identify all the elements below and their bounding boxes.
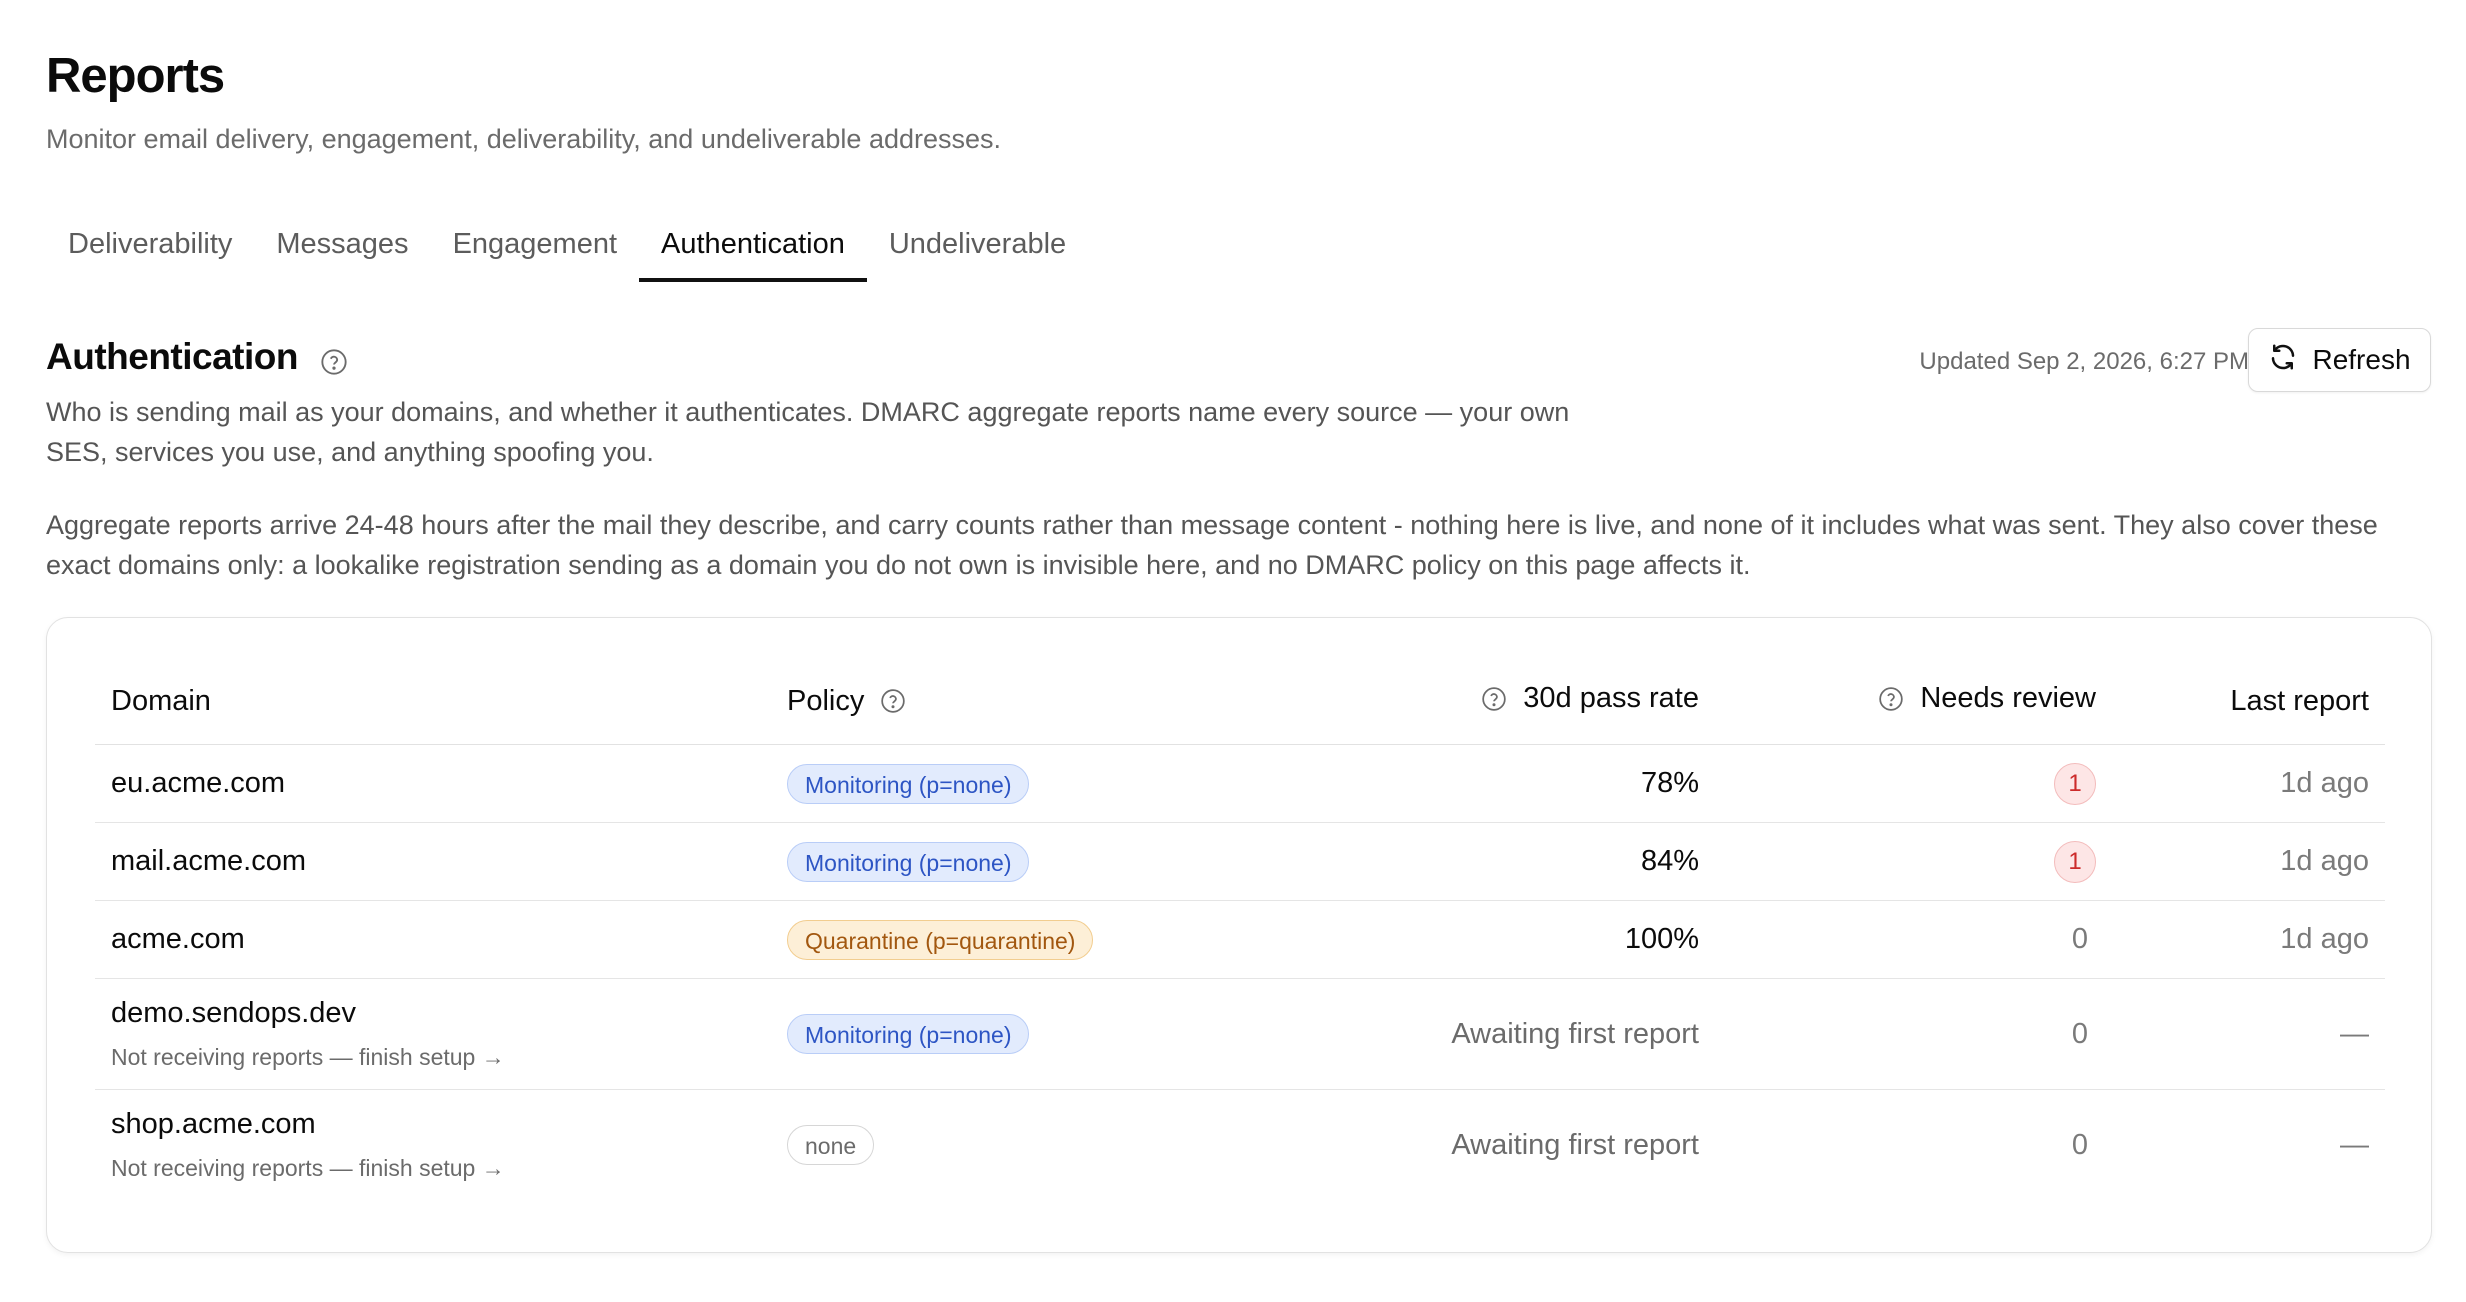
table-row[interactable]: mail.acme.com Monitoring (p=none) 84% 1 …: [95, 822, 2385, 901]
needs-review-badge[interactable]: 1: [2054, 840, 2096, 883]
table-row[interactable]: eu.acme.com Monitoring (p=none) 78% 1 1d…: [95, 744, 2385, 823]
reports-page: Reports Monitor email delivery, engageme…: [0, 0, 2466, 1302]
needs-review-cell: 0: [1699, 900, 2096, 979]
question-circle-icon[interactable]: [880, 688, 906, 714]
header-domain: Domain: [95, 658, 787, 745]
header-policy: Policy: [787, 658, 1187, 745]
pass-rate-value: 100%: [1624, 923, 1699, 955]
needs-review-badge[interactable]: 1: [2054, 762, 2096, 805]
domain-name[interactable]: demo.sendops.dev: [111, 997, 356, 1029]
last-report-value: 1d ago: [2280, 767, 2369, 799]
domain-cell: demo.sendops.dev Not receiving reports —…: [95, 978, 787, 1090]
tab-authentication[interactable]: Authentication: [639, 220, 867, 282]
last-report-cell: —: [2096, 1090, 2385, 1201]
policy-cell: Monitoring (p=none): [787, 822, 1187, 901]
last-report-cell: —: [2096, 978, 2385, 1090]
section-description: Who is sending mail as your domains, and…: [46, 397, 1570, 467]
tab-undeliverable[interactable]: Undeliverable: [867, 220, 1088, 282]
question-circle-icon[interactable]: [1481, 686, 1507, 712]
header-policy-label: Policy: [787, 684, 865, 717]
domains-card: Domain Policy 30d pass rate Needs review…: [46, 617, 2432, 1253]
tab-messages[interactable]: Messages: [254, 220, 430, 282]
section-title: Authentication: [46, 336, 348, 378]
pass-rate-cell: 84%: [1187, 822, 1699, 901]
header-last-report: Last report: [2096, 658, 2385, 745]
policy-badge: Monitoring (p=none): [787, 763, 1030, 804]
needs-review-count: 0: [2071, 1128, 2088, 1161]
last-report-value: —: [2340, 1017, 2369, 1050]
question-circle-icon[interactable]: [320, 343, 348, 375]
refresh-button[interactable]: Refresh: [2248, 328, 2431, 392]
policy-badge: none: [787, 1125, 875, 1165]
last-report-cell: 1d ago: [2096, 822, 2385, 901]
header-pass-rate-label: 30d pass rate: [1523, 682, 1699, 715]
policy-cell: Monitoring (p=none): [787, 978, 1187, 1090]
finish-setup-link[interactable]: Not receiving reports — finish setup →: [111, 1044, 787, 1071]
page-title: Reports: [46, 49, 225, 103]
needs-review-cell: 1: [1699, 822, 2096, 901]
pass-rate-value: 84%: [1640, 845, 1699, 877]
needs-review-cell: 1: [1699, 744, 2096, 823]
policy-badge: Monitoring (p=none): [787, 841, 1030, 882]
domain-cell: shop.acme.com Not receiving reports — fi…: [95, 1090, 787, 1201]
needs-review-count: 0: [2071, 923, 2088, 955]
section-note: Aggregate reports arrive 24-48 hours aft…: [46, 510, 2378, 580]
refresh-button-label: Refresh: [2312, 344, 2411, 375]
table-row[interactable]: demo.sendops.dev Not receiving reports —…: [95, 978, 2385, 1090]
table-row[interactable]: shop.acme.com Not receiving reports — fi…: [95, 1090, 2385, 1201]
policy-cell: Monitoring (p=none): [787, 744, 1187, 823]
header-needs-review: Needs review: [1699, 658, 2096, 745]
pass-rate-cell: 100%: [1187, 900, 1699, 979]
table-row[interactable]: acme.com Quarantine (p=quarantine) 100% …: [95, 900, 2385, 979]
domain-name[interactable]: mail.acme.com: [111, 845, 306, 877]
last-report-cell: 1d ago: [2096, 744, 2385, 823]
refresh-icon: [2268, 342, 2298, 379]
needs-review-cell: 0: [1699, 1090, 2096, 1201]
tab-deliverability[interactable]: Deliverability: [46, 220, 254, 282]
pass-rate-value: Awaiting first report: [1451, 1128, 1699, 1161]
domain-name[interactable]: acme.com: [111, 923, 245, 955]
pass-rate-cell: 78%: [1187, 744, 1699, 823]
policy-cell: Quarantine (p=quarantine): [787, 900, 1187, 979]
policy-cell: none: [787, 1090, 1187, 1201]
domain-name[interactable]: eu.acme.com: [111, 767, 285, 799]
pass-rate-cell: Awaiting first report: [1187, 1090, 1699, 1201]
report-tabs: Deliverability Messages Engagement Authe…: [46, 220, 1088, 282]
last-report-value: 1d ago: [2280, 845, 2369, 877]
question-circle-icon[interactable]: [1878, 686, 1904, 712]
table-header-row: Domain Policy 30d pass rate Needs review…: [95, 658, 2385, 745]
policy-badge: Monitoring (p=none): [787, 1014, 1030, 1054]
domain-cell: eu.acme.com: [95, 744, 787, 823]
section-title-text: Authentication: [46, 336, 298, 377]
policy-badge: Quarantine (p=quarantine): [787, 919, 1094, 960]
domain-cell: mail.acme.com: [95, 822, 787, 901]
pass-rate-value: 78%: [1640, 767, 1699, 799]
domain-name[interactable]: shop.acme.com: [111, 1108, 316, 1140]
pass-rate-value: Awaiting first report: [1451, 1017, 1699, 1050]
updated-timestamp: Updated Sep 2, 2026, 6:27 PM: [1919, 348, 2249, 375]
needs-review-cell: 0: [1699, 978, 2096, 1090]
tab-engagement[interactable]: Engagement: [431, 220, 639, 282]
last-report-cell: 1d ago: [2096, 900, 2385, 979]
needs-review-count: 0: [2071, 1017, 2088, 1050]
finish-setup-link[interactable]: Not receiving reports — finish setup →: [111, 1155, 787, 1182]
header-pass-rate: 30d pass rate: [1187, 658, 1699, 745]
last-report-value: 1d ago: [2280, 923, 2369, 955]
domain-cell: acme.com: [95, 900, 787, 979]
pass-rate-cell: Awaiting first report: [1187, 978, 1699, 1090]
last-report-value: —: [2340, 1128, 2369, 1161]
page-subtitle: Monitor email delivery, engagement, deli…: [46, 124, 1002, 154]
header-needs-review-label: Needs review: [1920, 682, 2096, 715]
domains-table: Domain Policy 30d pass rate Needs review…: [95, 658, 2385, 1200]
